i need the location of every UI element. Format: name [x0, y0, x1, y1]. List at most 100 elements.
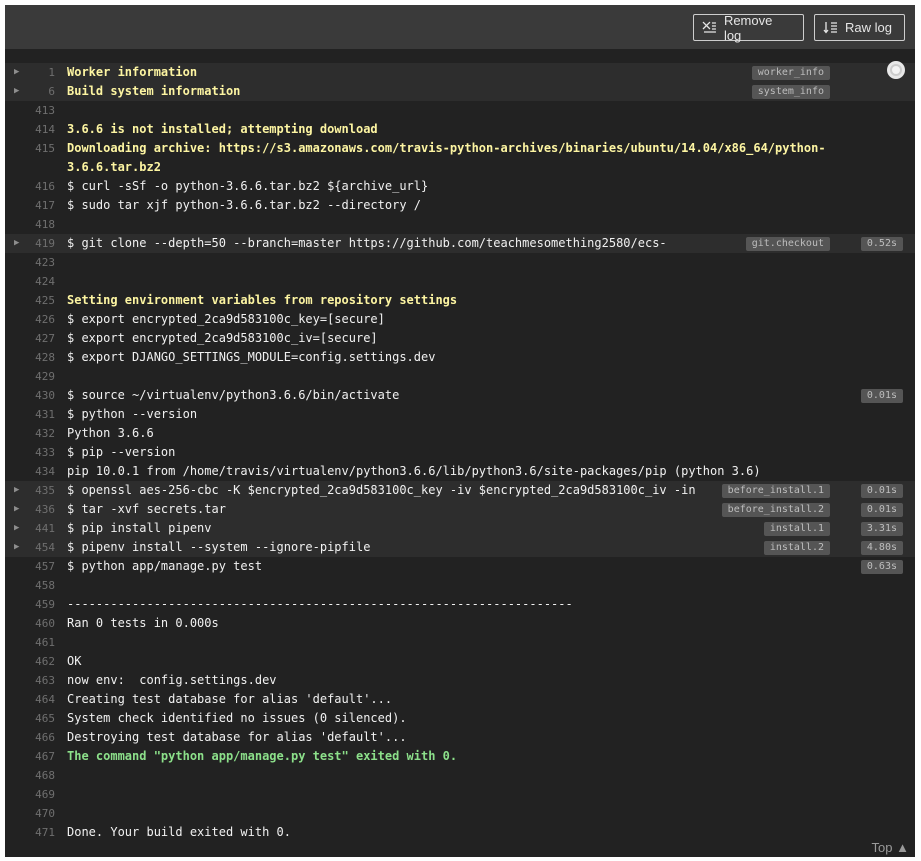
raw-log-button[interactable]: Raw log: [814, 14, 905, 41]
line-number[interactable]: 435: [5, 481, 55, 500]
line-number[interactable]: 465: [5, 709, 55, 728]
line-number[interactable]: 6: [5, 82, 55, 101]
line-text: $ source ~/virtualenv/python3.6.6/bin/ac…: [67, 388, 400, 402]
line-number[interactable]: 433: [5, 443, 55, 462]
duration-badge: 3.31s: [860, 522, 903, 536]
line-number[interactable]: 1: [5, 63, 55, 82]
line-text: Done. Your build exited with 0.: [67, 825, 291, 839]
line-number[interactable]: 471: [5, 823, 55, 842]
log-line: 469: [5, 785, 915, 804]
line-number[interactable]: 461: [5, 633, 55, 652]
build-log-panel: Remove log Raw log ▶ 1 Worker information w…: [5, 5, 915, 857]
line-number[interactable]: 457: [5, 557, 55, 576]
duration-badge: 0.01s: [860, 503, 903, 517]
log-line: 416 $ curl -sSf -o python-3.6.6.tar.bz2 $…: [5, 177, 915, 196]
line-number[interactable]: 424: [5, 272, 55, 291]
line-number[interactable]: 426: [5, 310, 55, 329]
line-text: Destroying test database for alias 'defa…: [67, 730, 407, 744]
line-number[interactable]: 423: [5, 253, 55, 272]
log-line: 432 Python 3.6.6: [5, 424, 915, 443]
log-line: 431 $ python --version: [5, 405, 915, 424]
log-line: 426 $ export encrypted_2ca9d583100c_key=[…: [5, 310, 915, 329]
log-line: 415 Downloading archive: https://s3.amazo…: [5, 139, 915, 177]
log-line: 465 System check identified no issues (0 …: [5, 709, 915, 728]
line-text: now env: config.settings.dev: [67, 673, 277, 687]
log-fold-row[interactable]: ▶ 1 Worker information worker_info: [5, 61, 915, 82]
log-fold-row[interactable]: ▶ 441 $ pip install pipenv install.1 3.31s: [5, 519, 915, 538]
line-text: $ export encrypted_2ca9d583100c_iv=[secu…: [67, 331, 378, 345]
line-number[interactable]: 434: [5, 462, 55, 481]
log-fold-row[interactable]: ▶ 6 Build system information system_info: [5, 82, 915, 101]
log-line: 423: [5, 253, 915, 272]
line-text: pip 10.0.1 from /home/travis/virtualenv/…: [67, 464, 761, 478]
scroll-top-link[interactable]: Top ▲: [872, 840, 909, 855]
line-text: System check identified no issues (0 sil…: [67, 711, 407, 725]
line-text: Setting environment variables from repos…: [67, 293, 458, 307]
line-number[interactable]: 419: [5, 234, 55, 253]
line-text: ----------------------------------------…: [67, 597, 573, 611]
line-number[interactable]: 454: [5, 538, 55, 557]
log-line: 471 Done. Your build exited with 0.: [5, 823, 915, 842]
log-line: 459 -------------------------------------…: [5, 595, 915, 614]
line-text: $ pipenv install --system --ignore-pipfi…: [67, 540, 371, 554]
line-number[interactable]: 428: [5, 348, 55, 367]
line-number[interactable]: 470: [5, 804, 55, 823]
duration-badge: 4.80s: [860, 541, 903, 555]
line-number[interactable]: 425: [5, 291, 55, 310]
log-line: 463 now env: config.settings.dev: [5, 671, 915, 690]
log-line: 417 $ sudo tar xjf python-3.6.6.tar.bz2 -…: [5, 196, 915, 215]
fold-tag: before_install.2: [721, 503, 830, 517]
line-number[interactable]: 414: [5, 120, 55, 139]
line-number[interactable]: 418: [5, 215, 55, 234]
remove-log-label: Remove log: [723, 12, 773, 43]
line-number[interactable]: 436: [5, 500, 55, 519]
line-text: $ pip install pipenv: [67, 521, 212, 535]
follow-log-toggle[interactable]: [887, 61, 905, 79]
line-number[interactable]: 466: [5, 728, 55, 747]
line-number[interactable]: 416: [5, 177, 55, 196]
line-text: $ export encrypted_2ca9d583100c_key=[sec…: [67, 312, 385, 326]
line-number[interactable]: 429: [5, 367, 55, 386]
line-text: Build system information: [67, 84, 241, 98]
log-line: 430 $ source ~/virtualenv/python3.6.6/bin…: [5, 386, 915, 405]
line-number[interactable]: 431: [5, 405, 55, 424]
line-text: Ran 0 tests in 0.000s: [67, 616, 219, 630]
line-number[interactable]: 441: [5, 519, 55, 538]
fold-tag: system_info: [751, 85, 830, 99]
log-line: 429: [5, 367, 915, 386]
line-number[interactable]: 417: [5, 196, 55, 215]
line-number[interactable]: 458: [5, 576, 55, 595]
line-number[interactable]: 413: [5, 101, 55, 120]
line-text: $ python app/manage.py test: [67, 559, 263, 573]
log-line: 418: [5, 215, 915, 234]
line-number[interactable]: 427: [5, 329, 55, 348]
log-lines: ▶ 1 Worker information worker_info ▶ 6 Build s…: [5, 61, 915, 842]
line-text: Worker information: [67, 65, 198, 79]
line-number[interactable]: 464: [5, 690, 55, 709]
line-number[interactable]: 463: [5, 671, 55, 690]
duration-badge: 0.63s: [860, 560, 903, 574]
line-number[interactable]: 415: [5, 139, 55, 158]
log-line: 462 OK: [5, 652, 915, 671]
line-text: The command "python app/manage.py test" …: [67, 749, 458, 763]
log-fold-row[interactable]: ▶ 435 $ openssl aes-256-cbc -K $encrypted_…: [5, 481, 915, 500]
log-line: 468: [5, 766, 915, 785]
log-fold-row[interactable]: ▶ 454 $ pipenv install --system --ignore-p…: [5, 538, 915, 557]
log-line: 425 Setting environment variables from re…: [5, 291, 915, 310]
fold-tag: git.checkout: [745, 237, 830, 251]
line-text: 3.6.6 is not installed; attempting downl…: [67, 122, 378, 136]
line-number[interactable]: 467: [5, 747, 55, 766]
line-number[interactable]: 462: [5, 652, 55, 671]
line-text: $ pip --version: [67, 445, 176, 459]
line-number[interactable]: 468: [5, 766, 55, 785]
line-number[interactable]: 432: [5, 424, 55, 443]
line-number[interactable]: 469: [5, 785, 55, 804]
log-toolbar: Remove log Raw log: [5, 5, 915, 49]
line-number[interactable]: 460: [5, 614, 55, 633]
log-fold-row[interactable]: ▶ 419 $ git clone --depth=50 --branch=mast…: [5, 234, 915, 253]
remove-log-button[interactable]: Remove log: [693, 12, 804, 43]
log-fold-row[interactable]: ▶ 436 $ tar -xvf secrets.tar before_install…: [5, 500, 915, 519]
line-number[interactable]: 459: [5, 595, 55, 614]
line-number[interactable]: 430: [5, 386, 55, 405]
log-line: 433 $ pip --version: [5, 443, 915, 462]
